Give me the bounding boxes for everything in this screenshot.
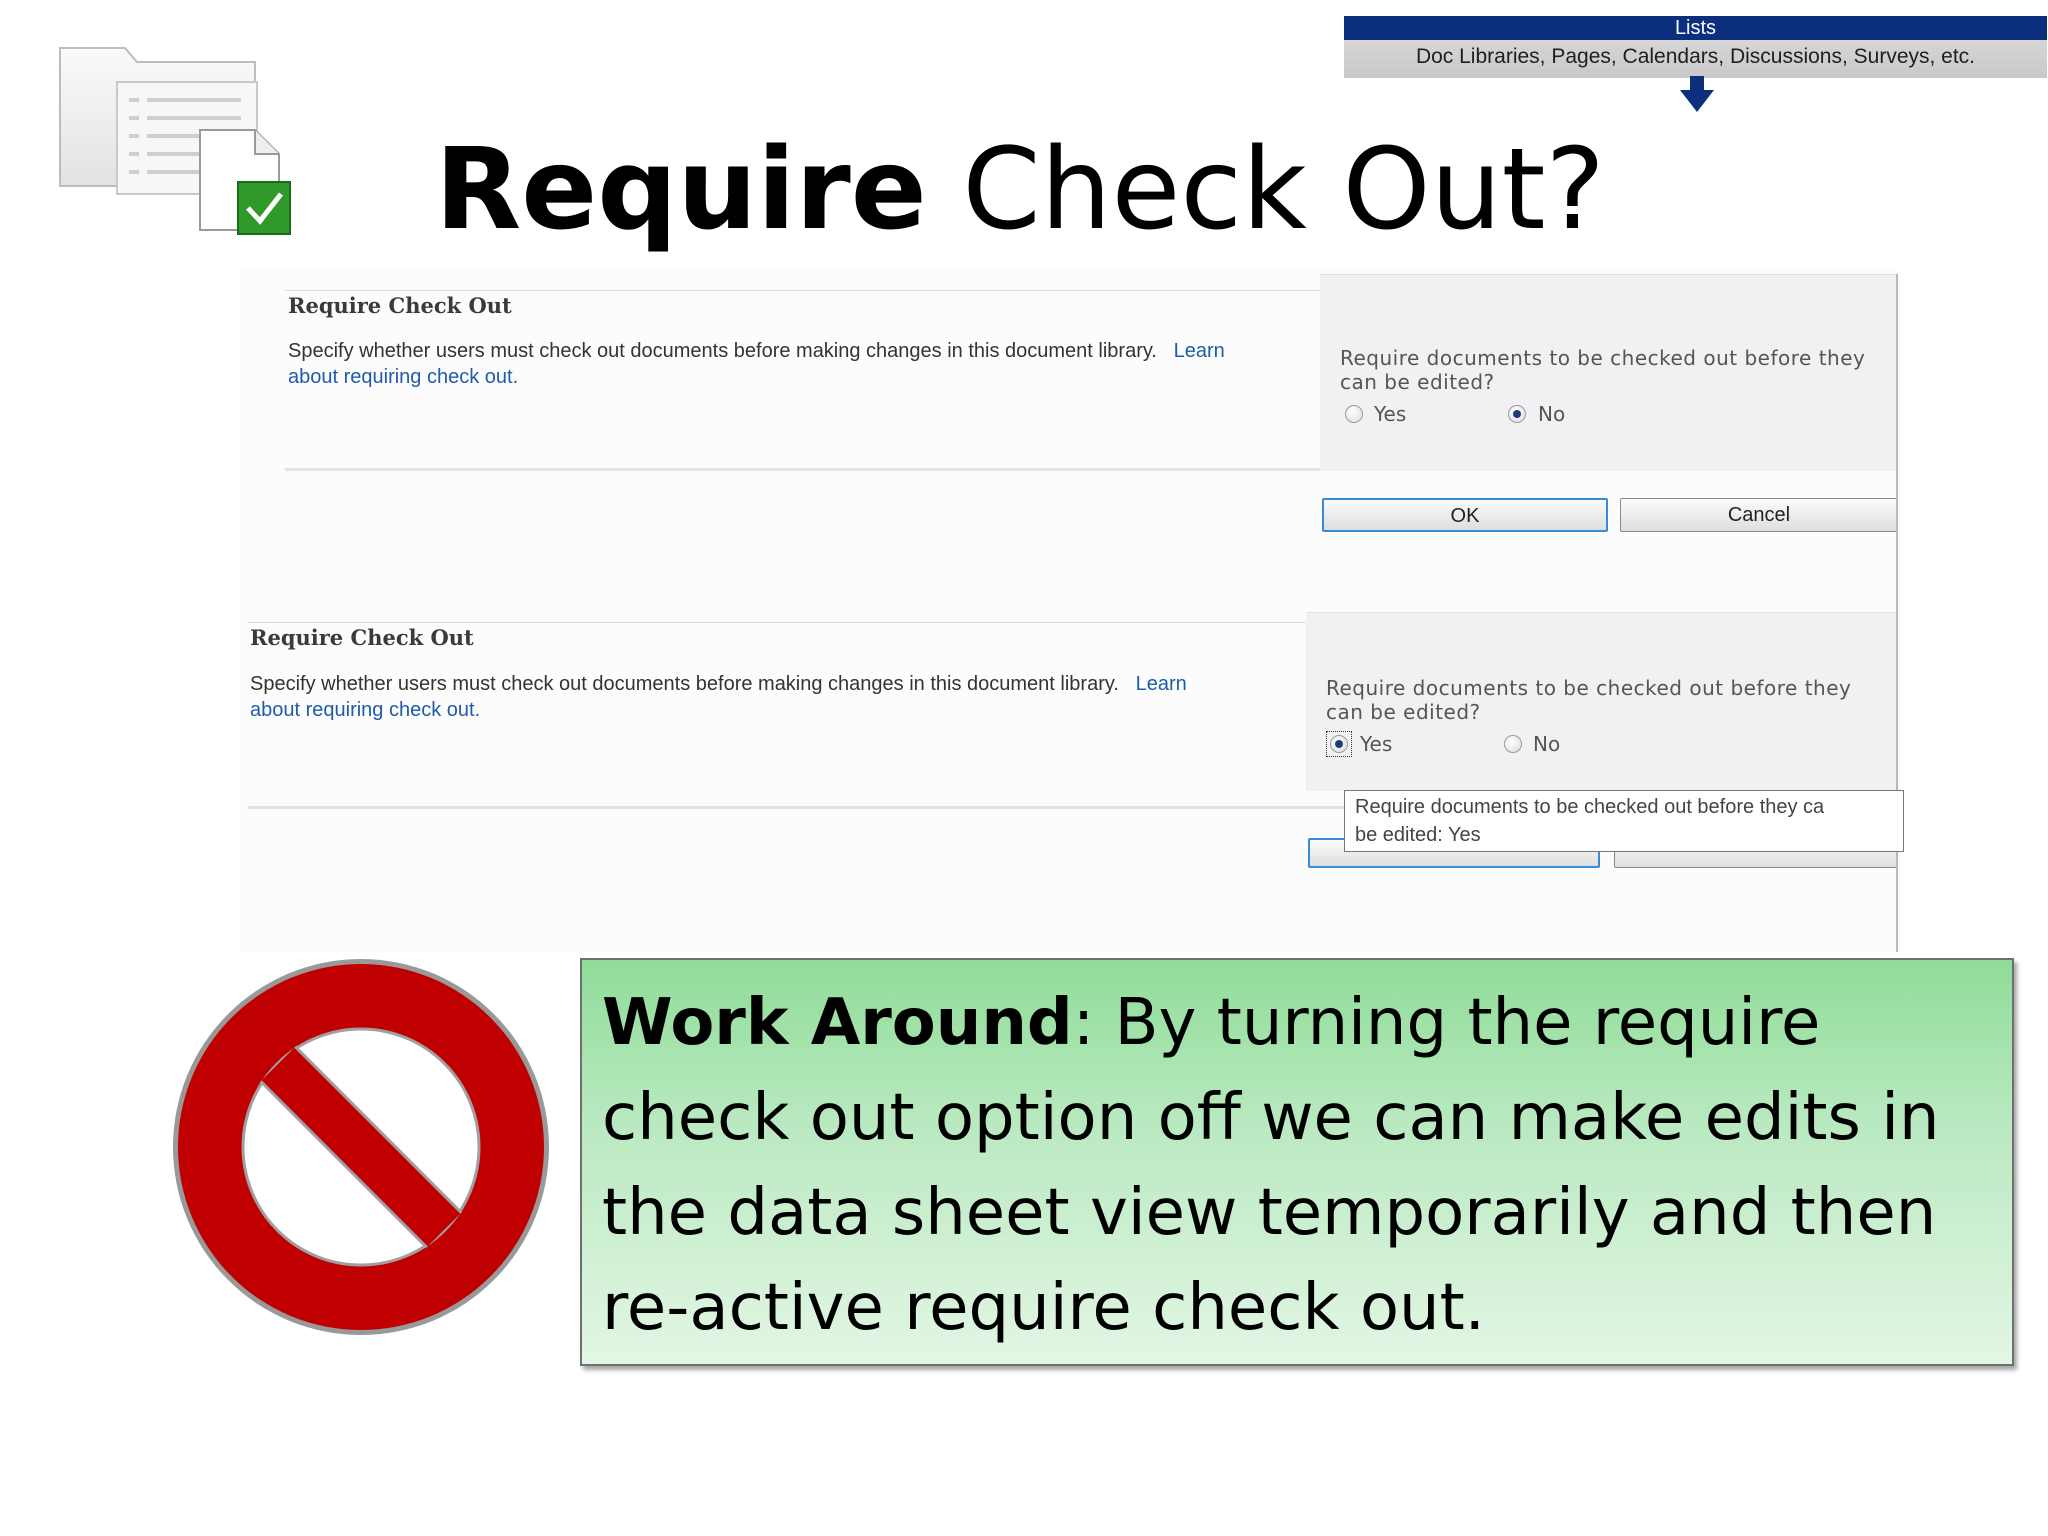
settings-panel-2: Require Check Out Specify whether users … [240,612,1900,952]
breadcrumb-banner: Lists Doc Libraries, Pages, Calendars, D… [1344,16,2047,112]
banner-sub-label: Doc Libraries, Pages, Calendars, Discuss… [1344,40,2047,78]
section-title: Require Check Out [288,293,512,318]
question-area: Require documents to be checked out befo… [1320,274,1898,471]
no-sign-icon [173,959,549,1335]
page-title: Require Check Out? [330,125,1710,255]
title-rest: Check Out? [926,125,1605,255]
settings-panel-1: Require Check Out Specify whether users … [240,270,1900,620]
down-arrow-icon [1680,76,1714,112]
description-text: Specify whether users must check out doc… [288,340,1157,362]
section-description: Specify whether users must check out doc… [288,338,1308,390]
learn-more-link-continued[interactable]: about requiring check out. [288,366,518,388]
radio-yes[interactable] [1345,405,1363,423]
question-line-1: Require documents to be checked out befo… [1340,346,1866,370]
banner-lists-label: Lists [1344,16,2047,40]
tooltip-line-2: be edited: Yes [1355,824,1481,846]
callout-heading: Work Around [602,986,1073,1060]
radio-no-selected[interactable] [1508,405,1526,423]
description-text: Specify whether users must check out doc… [250,673,1119,695]
document-library-icon [59,47,291,235]
section-description: Specify whether users must check out doc… [250,671,1290,723]
checkmark-icon [237,181,291,235]
question-line-1: Require documents to be checked out befo… [1326,676,1852,700]
radio-no-label: No [1533,732,1561,756]
tooltip: Require documents to be checked out befo… [1344,790,1904,852]
learn-more-link[interactable]: Learn [1136,673,1187,695]
radio-yes-selected[interactable] [1330,735,1348,753]
learn-more-link-continued[interactable]: about requiring check out. [250,699,480,721]
question-area: Require documents to be checked out befo… [1306,612,1898,791]
radio-no-label: No [1538,402,1566,426]
cancel-button[interactable]: Cancel [1620,498,1898,532]
question-line-2: can be edited? [1340,370,1495,394]
radio-yes-label: Yes [1374,402,1407,426]
ok-button[interactable]: OK [1322,498,1608,532]
tooltip-line-1: Require documents to be checked out befo… [1355,796,1825,818]
work-around-callout: Work Around: By turning the require chec… [580,958,2014,1366]
radio-yes-label: Yes [1360,732,1393,756]
radio-no[interactable] [1504,735,1522,753]
question-line-2: can be edited? [1326,700,1481,724]
title-bold: Require [435,125,927,255]
section-title: Require Check Out [250,625,474,650]
learn-more-link[interactable]: Learn [1174,340,1225,362]
